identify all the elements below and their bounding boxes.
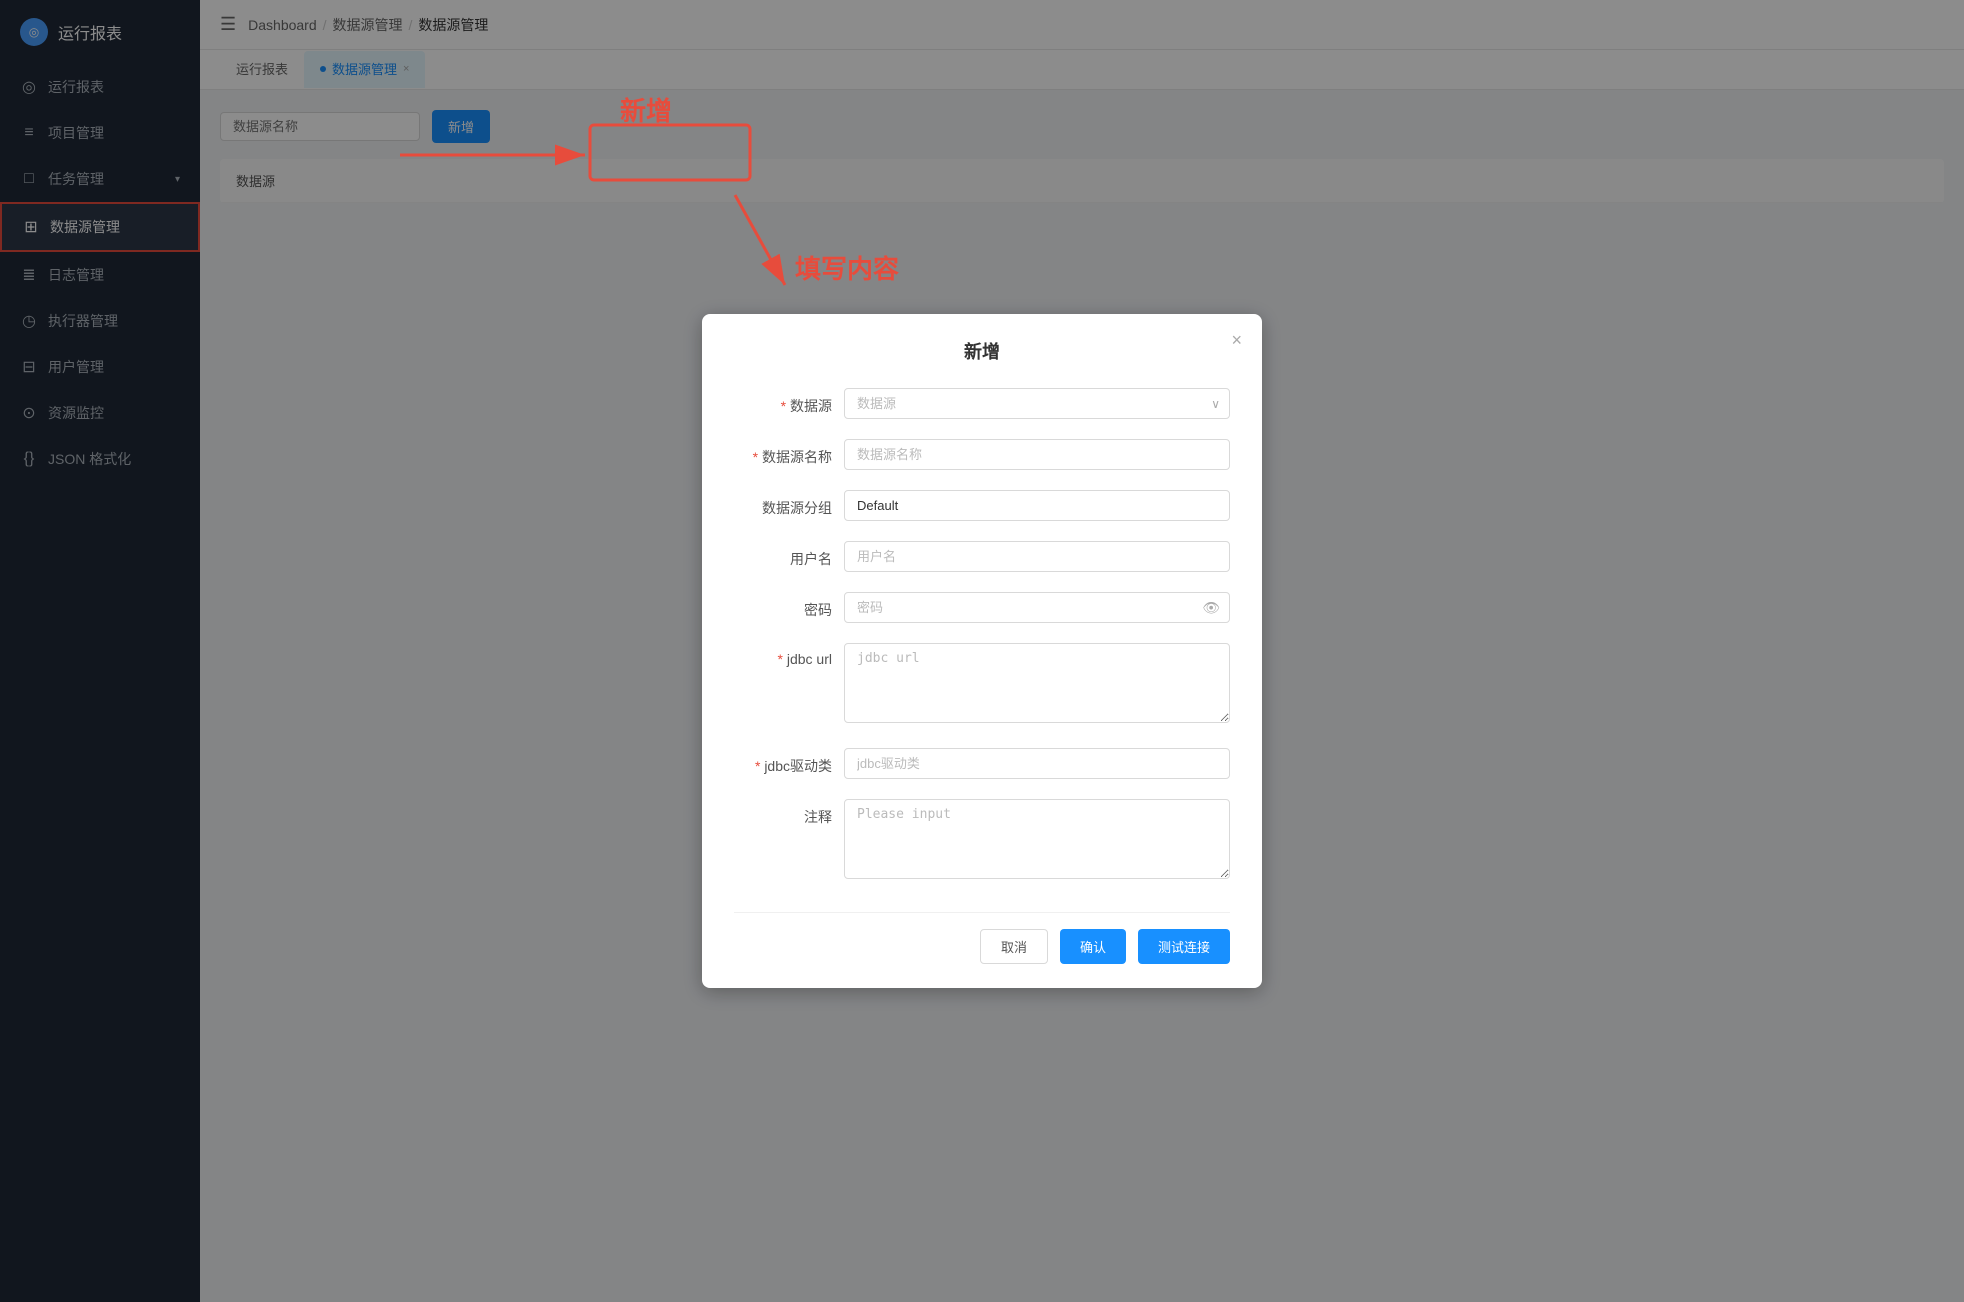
datasource-select[interactable]: 数据源 <box>844 388 1230 419</box>
label-jdbc-driver: jdbc驱动类 <box>734 748 844 776</box>
form-item-datasource: 数据源 数据源 <box>734 388 1230 419</box>
form-item-datasource-name: 数据源名称 <box>734 439 1230 470</box>
dialog-footer: 取消 确认 测试连接 <box>734 912 1230 964</box>
label-jdbc-url: jdbc url <box>734 643 844 667</box>
control-datasource-name <box>844 439 1230 470</box>
password-wrapper: 👁 <box>844 592 1230 623</box>
form-item-jdbc-url: jdbc url <box>734 643 1230 728</box>
username-input[interactable] <box>844 541 1230 572</box>
modal-overlay: × 新增 数据源 数据源 数据源名称 数据源分组 <box>0 0 1964 1302</box>
form-item-datasource-group: 数据源分组 <box>734 490 1230 521</box>
notes-textarea[interactable] <box>844 799 1230 879</box>
dialog-close-button[interactable]: × <box>1231 330 1242 351</box>
cancel-button[interactable]: 取消 <box>980 929 1048 964</box>
label-datasource-name: 数据源名称 <box>734 439 844 467</box>
confirm-button[interactable]: 确认 <box>1060 929 1126 964</box>
control-datasource: 数据源 <box>844 388 1230 419</box>
control-username <box>844 541 1230 572</box>
label-datasource: 数据源 <box>734 388 844 416</box>
jdbc-driver-input[interactable] <box>844 748 1230 779</box>
control-jdbc-url <box>844 643 1230 728</box>
datasource-select-wrapper[interactable]: 数据源 <box>844 388 1230 419</box>
password-input[interactable] <box>844 592 1230 623</box>
label-password: 密码 <box>734 592 844 620</box>
datasource-name-input[interactable] <box>844 439 1230 470</box>
form-item-username: 用户名 <box>734 541 1230 572</box>
form-item-notes: 注释 <box>734 799 1230 884</box>
dialog: × 新增 数据源 数据源 数据源名称 数据源分组 <box>702 314 1262 988</box>
control-notes <box>844 799 1230 884</box>
dialog-title: 新增 <box>734 338 1230 364</box>
control-jdbc-driver <box>844 748 1230 779</box>
eye-icon[interactable]: 👁 <box>1202 599 1220 616</box>
jdbc-url-textarea[interactable] <box>844 643 1230 723</box>
form-item-jdbc-driver: jdbc驱动类 <box>734 748 1230 779</box>
test-connection-button[interactable]: 测试连接 <box>1138 929 1230 964</box>
label-datasource-group: 数据源分组 <box>734 490 844 518</box>
control-datasource-group <box>844 490 1230 521</box>
label-username: 用户名 <box>734 541 844 569</box>
control-password: 👁 <box>844 592 1230 623</box>
label-notes: 注释 <box>734 799 844 827</box>
datasource-group-input[interactable] <box>844 490 1230 521</box>
form-item-password: 密码 👁 <box>734 592 1230 623</box>
